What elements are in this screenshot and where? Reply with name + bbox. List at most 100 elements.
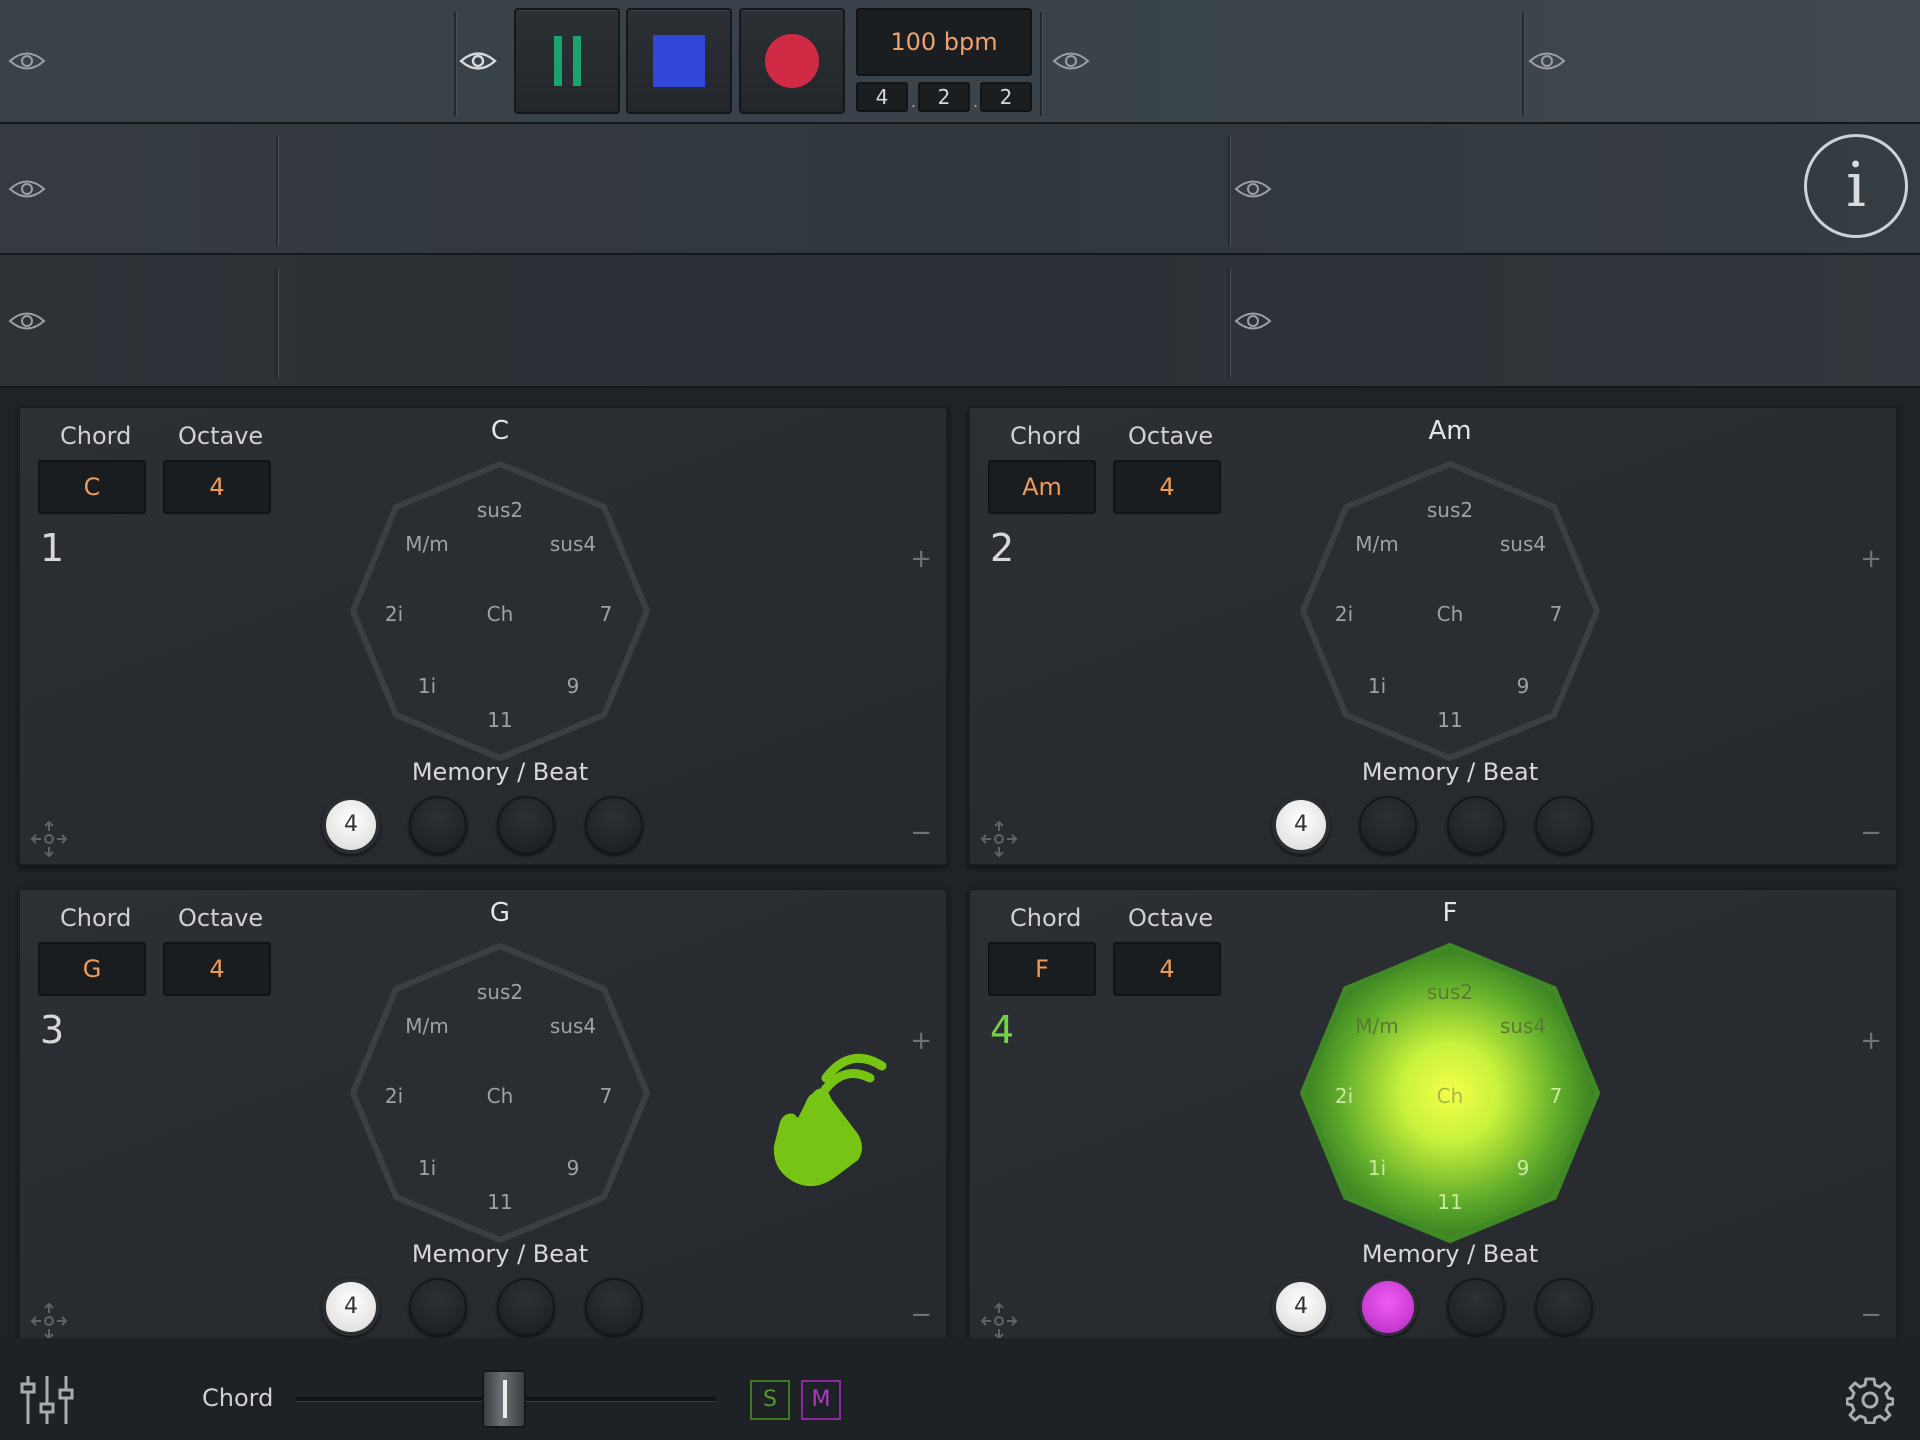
wheel-label-7[interactable]: 7 [566,602,646,626]
position-bar[interactable]: 4 [856,82,908,112]
minus-button[interactable]: − [910,1300,932,1330]
plus-button[interactable]: + [1860,1026,1882,1056]
wheel-label-1i[interactable]: 1i [1337,674,1417,698]
wheel-label-sus4[interactable]: sus4 [1483,1014,1563,1038]
eye-icon[interactable] [1052,50,1090,72]
wheel-label-2i[interactable]: 2i [354,602,434,626]
memory-slot-3[interactable] [497,796,555,854]
info-button[interactable]: i [1804,134,1908,238]
wheel-label-major-minor[interactable]: M/m [387,1014,467,1038]
wheel-label-11[interactable]: 11 [460,708,540,732]
minus-button[interactable]: − [1860,818,1882,848]
memory-slot-2[interactable] [1359,796,1417,854]
solo-button[interactable]: S [750,1380,790,1420]
eye-icon[interactable] [1528,50,1566,72]
move-icon[interactable] [30,820,68,858]
wheel-label-chord[interactable]: Ch [460,602,540,626]
wheel-label-7[interactable]: 7 [1516,1084,1596,1108]
octave-select[interactable]: 4 [1113,460,1221,514]
move-icon[interactable] [980,820,1018,858]
memory-slot-2[interactable] [409,796,467,854]
chord-wheel-active[interactable]: sus2 M/m sus4 2i Ch 7 1i 9 11 [1295,938,1605,1248]
wheel-label-sus2[interactable]: sus2 [460,980,540,1004]
memory-slot-1[interactable]: 4 [322,796,380,854]
chord-select[interactable]: C [38,460,146,514]
chord-select[interactable]: Am [988,460,1096,514]
wheel-label-sus2[interactable]: sus2 [460,498,540,522]
tempo-display[interactable]: 100 bpm [856,8,1032,76]
memory-slot-3[interactable] [1447,1278,1505,1336]
pad-number: 4 [990,1008,1015,1052]
eye-icon[interactable] [1234,178,1272,200]
memory-slot-4[interactable] [1535,1278,1593,1336]
wheel-label-7[interactable]: 7 [566,1084,646,1108]
wheel-label-major-minor[interactable]: M/m [1337,1014,1417,1038]
memory-slot-2-active-beat[interactable] [1359,1278,1417,1336]
position-beat[interactable]: 2 [918,82,970,112]
plus-button[interactable]: + [910,1026,932,1056]
chord-select[interactable]: F [988,942,1096,996]
minus-button[interactable]: − [910,818,932,848]
wheel-label-1i[interactable]: 1i [387,1156,467,1180]
eye-icon[interactable] [459,50,497,72]
pause-button[interactable] [514,8,620,114]
wheel-label-2i[interactable]: 2i [1304,602,1384,626]
mixer-icon[interactable] [20,1374,74,1426]
octave-select[interactable]: 4 [163,942,271,996]
wheel-label-chord[interactable]: Ch [460,1084,540,1108]
wheel-label-sus4[interactable]: sus4 [533,532,613,556]
mute-button[interactable]: M [801,1380,841,1420]
wheel-label-1i[interactable]: 1i [387,674,467,698]
wheel-label-chord[interactable]: Ch [1410,602,1490,626]
octave-select[interactable]: 4 [163,460,271,514]
wheel-label-2i[interactable]: 2i [354,1084,434,1108]
wheel-label-11[interactable]: 11 [460,1190,540,1214]
eye-icon[interactable] [1234,310,1272,332]
wheel-label-2i[interactable]: 2i [1304,1084,1384,1108]
divider [1228,136,1230,246]
memory-slot-1[interactable]: 4 [1272,1278,1330,1336]
chord-select[interactable]: G [38,942,146,996]
wheel-label-11[interactable]: 11 [1410,708,1490,732]
wheel-label-7[interactable]: 7 [1516,602,1596,626]
chord-wheel[interactable]: sus2 M/m sus4 2i Ch 7 1i 9 11 [345,938,655,1248]
wheel-label-9[interactable]: 9 [533,1156,613,1180]
memory-slot-3[interactable] [1447,796,1505,854]
stop-button[interactable] [626,8,732,114]
wheel-label-major-minor[interactable]: M/m [387,532,467,556]
memory-slot-4[interactable] [585,1278,643,1336]
chord-volume-slider-thumb[interactable] [482,1370,526,1428]
octave-label: Octave [178,422,264,450]
wheel-label-9[interactable]: 9 [1483,674,1563,698]
wheel-label-9[interactable]: 9 [533,674,613,698]
wheel-label-chord[interactable]: Ch [1410,1084,1490,1108]
wheel-label-sus4[interactable]: sus4 [533,1014,613,1038]
move-icon[interactable] [30,1302,68,1340]
memory-slot-1[interactable]: 4 [322,1278,380,1336]
position-tick[interactable]: 2 [980,82,1032,112]
eye-icon[interactable] [8,50,46,72]
wheel-label-9[interactable]: 9 [1483,1156,1563,1180]
memory-slot-4[interactable] [1535,796,1593,854]
wheel-label-1i[interactable]: 1i [1337,1156,1417,1180]
minus-button[interactable]: − [1860,1300,1882,1330]
chord-wheel[interactable]: sus2 M/m sus4 2i Ch 7 1i 9 11 [1295,456,1605,766]
eye-icon[interactable] [8,178,46,200]
plus-button[interactable]: + [1860,544,1882,574]
record-button[interactable] [739,8,845,114]
memory-slot-1[interactable]: 4 [1272,796,1330,854]
wheel-label-11[interactable]: 11 [1410,1190,1490,1214]
wheel-label-sus4[interactable]: sus4 [1483,532,1563,556]
gear-icon[interactable] [1846,1376,1894,1424]
wheel-label-major-minor[interactable]: M/m [1337,532,1417,556]
octave-select[interactable]: 4 [1113,942,1221,996]
memory-slot-4[interactable] [585,796,643,854]
move-icon[interactable] [980,1302,1018,1340]
memory-slot-3[interactable] [497,1278,555,1336]
eye-icon[interactable] [8,310,46,332]
chord-wheel[interactable]: sus2 M/m sus4 2i Ch 7 1i 9 11 [345,456,655,766]
plus-button[interactable]: + [910,544,932,574]
wheel-label-sus2[interactable]: sus2 [1410,980,1490,1004]
wheel-label-sus2[interactable]: sus2 [1410,498,1490,522]
memory-slot-2[interactable] [409,1278,467,1336]
